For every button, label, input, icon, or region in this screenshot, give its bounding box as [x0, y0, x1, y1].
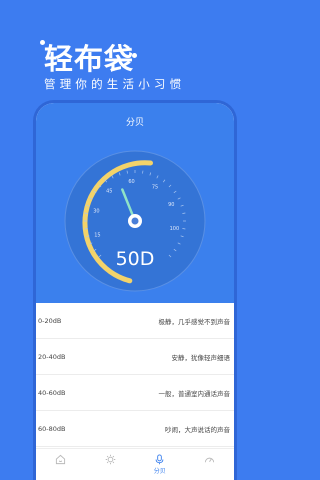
- level-description: 安静，犹像轻声细语: [171, 353, 231, 362]
- level-range: 40-60dB: [38, 388, 66, 397]
- phone-screen: 分贝 15 30 45 60 75 90 100 50D 0-20dB 极静，几乎感觉不到声…: [36, 103, 234, 480]
- decibel-icon: [155, 454, 164, 465]
- tab-decibel[interactable]: 分贝: [140, 449, 180, 475]
- decibel-gauge-panel: 15 30 45 60 75 90 100 50D: [36, 139, 234, 303]
- level-row: 40-60dB 一般，普通室内通话声音: [36, 375, 234, 411]
- tab-home[interactable]: [41, 449, 81, 466]
- level-description: 吵闹，大声说话的声音: [165, 425, 230, 434]
- gauge-scale-label: 60: [128, 179, 134, 185]
- level-row: 0-20dB 极静，几乎感觉不到声音: [36, 303, 234, 339]
- gauge-scale-label: 45: [106, 188, 112, 194]
- gauge-scale-label: 30: [93, 209, 99, 215]
- gauge-reading: 50D: [116, 248, 155, 270]
- promo-headline: 轻布袋: [44, 42, 135, 76]
- home-icon: [56, 454, 66, 465]
- level-range: 20-40dB: [38, 352, 66, 361]
- level-row: 20-40dB 安静，犹像轻声细语: [36, 339, 234, 375]
- decibel-levels-list: 0-20dB 极静，几乎感觉不到声音 20-40dB 安静，犹像轻声细语 40-…: [36, 303, 234, 448]
- sun-icon: [105, 454, 116, 465]
- level-description: 一般，普通室内通话声音: [158, 389, 231, 398]
- promo-header: 轻布袋 管理你的生活小习惯: [0, 0, 270, 120]
- tab-label: 分贝: [153, 468, 166, 475]
- level-row: 60-80dB 吵闹，大声说话的声音: [36, 411, 234, 447]
- tab-meter[interactable]: [189, 449, 229, 466]
- app-title-bar: 分贝: [36, 103, 234, 139]
- gauge-scale-label: 75: [152, 184, 158, 190]
- bottom-tab-bar: 分贝: [36, 448, 234, 480]
- gauge-scale-label: 90: [168, 202, 174, 208]
- level-range: 60-80dB: [38, 424, 66, 433]
- tab-weather[interactable]: [90, 449, 130, 466]
- gauge-icon: [204, 457, 214, 463]
- level-description: 极静，几乎感觉不到声音: [158, 317, 231, 326]
- gauge-scale-label: 100: [170, 226, 180, 232]
- gauge-scale-label: 15: [94, 233, 100, 239]
- screen-title: 分贝: [125, 117, 144, 128]
- promo-slogan: 管理你的生活小习惯: [44, 77, 186, 91]
- decibel-gauge: 15 30 45 60 75 90 100 50D: [64, 150, 206, 292]
- level-range: 0-20dB: [38, 316, 62, 325]
